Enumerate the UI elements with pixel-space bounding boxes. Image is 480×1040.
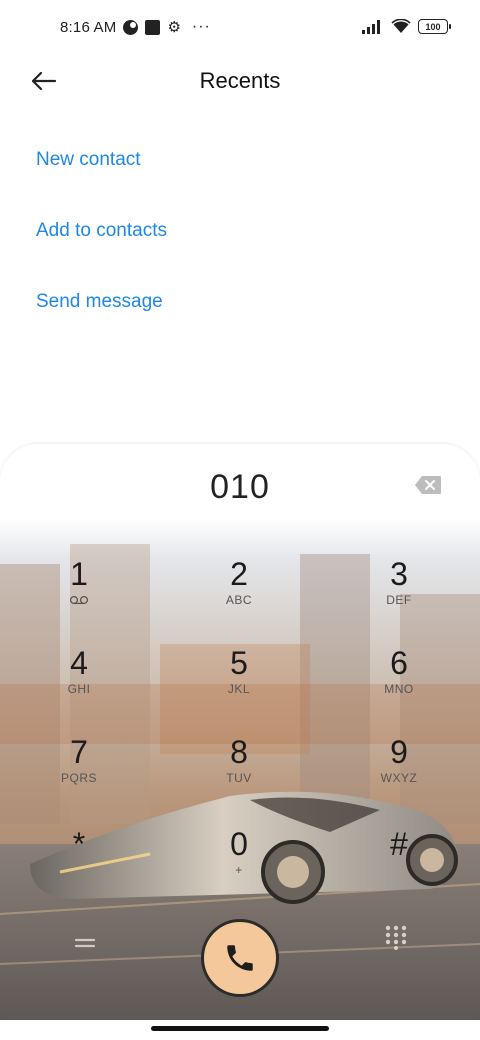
key-letters: JKL — [227, 682, 251, 696]
key-star[interactable]: * — [19, 826, 139, 902]
key-digit: * — [72, 826, 86, 862]
key-digit: 6 — [390, 645, 408, 681]
key-letters: PQRS — [60, 771, 97, 785]
key-letters: TUV — [226, 771, 252, 785]
key-6[interactable]: 6 MNO — [339, 645, 459, 721]
key-2[interactable]: 2 ABC — [179, 556, 299, 632]
key-0[interactable]: 0 + — [179, 826, 299, 902]
key-letters: + — [235, 863, 243, 877]
key-5[interactable]: 5 JKL — [179, 645, 299, 721]
gear-icon: ⚙ — [167, 18, 181, 36]
header: Recents — [0, 56, 480, 108]
status-time: 8:16 AM — [60, 18, 117, 36]
home-indicator[interactable] — [151, 1026, 329, 1031]
key-digit: 1 — [70, 556, 88, 592]
key-letters: GHI — [67, 682, 91, 696]
dialed-number: 010 — [210, 468, 270, 506]
phone-icon — [227, 945, 253, 971]
send-message-link[interactable]: Send message — [36, 287, 167, 358]
key-3[interactable]: 3 DEF — [339, 556, 459, 632]
key-digit: 9 — [390, 734, 408, 770]
add-to-contacts-link[interactable]: Add to contacts — [36, 216, 167, 287]
key-digit: # — [390, 826, 408, 862]
key-digit: 7 — [70, 734, 88, 770]
status-left: 8:16 AM ⚙ ··· — [60, 18, 211, 36]
key-digit: 4 — [70, 645, 88, 681]
key-hash[interactable]: # — [339, 826, 459, 902]
page-title: Recents — [199, 68, 281, 93]
dialer-panel: 010 1 2 ABC 3 DEF 4 GHI 5 JKL 6 MNO 7 PQ… — [0, 444, 480, 1020]
key-digit: 3 — [390, 556, 408, 592]
key-8[interactable]: 8 TUV — [179, 734, 299, 810]
status-bar: 8:16 AM ⚙ ··· 100 — [0, 0, 480, 56]
more-notifications-icon: ··· — [191, 18, 211, 35]
key-letters: MNO — [384, 682, 414, 696]
square-notification-icon — [145, 19, 161, 35]
vpn-half-circle-icon — [123, 19, 139, 35]
key-digit: 2 — [230, 556, 248, 592]
new-contact-link[interactable]: New contact — [36, 145, 167, 216]
key-letters: DEF — [386, 593, 412, 607]
menu-lines-icon[interactable] — [72, 932, 98, 954]
wifi-icon — [391, 19, 411, 33]
dialpad-icon[interactable] — [384, 924, 408, 950]
key-digit: 8 — [230, 734, 248, 770]
battery-icon: 100 — [418, 19, 451, 34]
key-7[interactable]: 7 PQRS — [19, 734, 139, 810]
key-9[interactable]: 9 WXYZ — [339, 734, 459, 810]
status-right: 100 — [362, 19, 451, 34]
key-4[interactable]: 4 GHI — [19, 645, 139, 721]
voicemail-icon — [69, 595, 89, 605]
key-1[interactable]: 1 — [19, 556, 139, 632]
key-letters: WXYZ — [380, 771, 418, 785]
key-letters: ABC — [225, 593, 253, 607]
signal-icon — [362, 19, 380, 34]
backspace-icon[interactable] — [414, 475, 442, 495]
call-button[interactable] — [201, 919, 279, 997]
key-digit: 0 — [230, 826, 248, 862]
number-actions: New contact Add to contacts Send message — [36, 145, 167, 358]
key-digit: 5 — [230, 645, 248, 681]
